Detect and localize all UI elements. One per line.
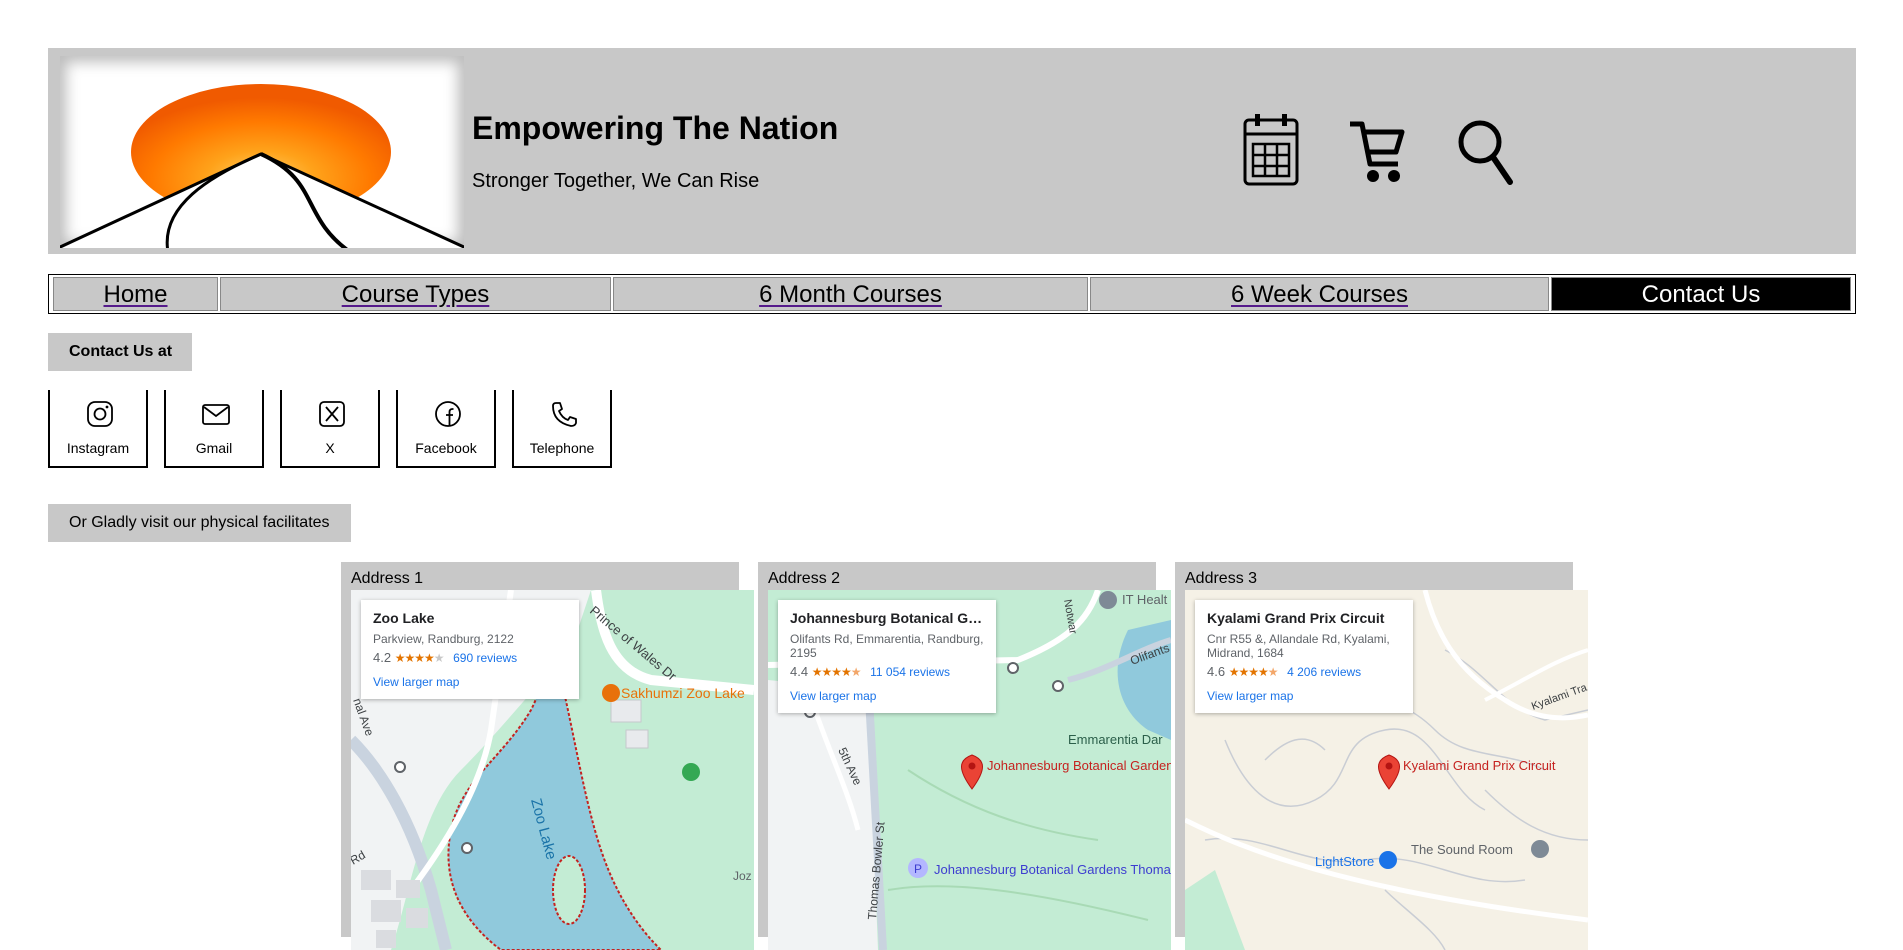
sunrise-road-logo-icon [60,84,464,248]
address-2-map[interactable]: P Johannesburg Botanical Gardens Johanne… [768,590,1171,950]
place-card-1: Zoo Lake Parkview, Randburg, 2122 4.2 ★★… [361,600,579,699]
place-reviews-link[interactable]: 11 054 reviews [870,665,950,679]
place-rating-row: 4.2 ★★★★★ 690 reviews [373,650,567,665]
rating-stars-icon: ★★★★★ [811,665,862,679]
place-rating: 4.4 [790,664,809,679]
visit-text: Or Gladly visit our physical facilitates [48,504,351,542]
svg-text:P: P [914,862,922,876]
gmail-icon [202,404,230,425]
place-address: Parkview, Randburg, 2122 [373,632,514,646]
facebook-button[interactable]: Facebook [396,390,496,468]
nav-contact-us[interactable]: Contact Us [1551,277,1851,311]
gmail-label: Gmail [195,440,233,456]
address-2-label: Address 2 [768,570,841,587]
map-pin-label: Johannesburg Botanical Gardens [987,758,1171,773]
nav-6-week-courses[interactable]: 6 Week Courses [1090,277,1549,311]
place-reviews-link[interactable]: 4 206 reviews [1287,665,1361,679]
view-larger-map-link[interactable]: View larger map [790,689,984,703]
contact-heading: Contact Us at [48,333,192,371]
site-header: Empowering The Nation Stronger Together,… [48,48,1856,254]
instagram-icon [87,401,113,427]
map-area-label: Emmarentia Dar [1068,732,1163,747]
telephone-icon [552,402,577,427]
x-button[interactable]: X [280,390,380,468]
place-name: Zoo Lake [373,610,435,626]
cart-icon[interactable] [1348,118,1406,191]
main-nav: Home Course Types 6 Month Courses 6 Week… [48,274,1856,314]
site-title: Empowering The Nation [472,110,839,146]
map-parking-label: Johannesburg Botanical Gardens Thomas... [934,862,1171,877]
place-name: Johannesburg Botanical Gard... [790,610,984,626]
instagram-label: Instagram [66,440,130,456]
place-address: Olifants Rd, Emmarentia, Randburg, 2195 [790,632,984,660]
x-label: X [325,440,335,456]
address-1-label: Address 1 [351,570,424,587]
address-3-map[interactable]: Kyalami Grand Prix Circuit LightStore Th… [1185,590,1588,950]
calendar-icon[interactable] [1242,112,1300,193]
instagram-button[interactable]: Instagram [48,390,148,468]
nav-home[interactable]: Home [53,277,218,311]
place-rating-row: 4.4 ★★★★★ 11 054 reviews [790,664,984,679]
telephone-label: Telephone [529,440,595,456]
place-card-2: Johannesburg Botanical Gard... Olifants … [778,600,996,713]
address-3-panel: Address 3 Kyalami Grand Prix Circuit Lig [1175,562,1588,950]
gmail-button[interactable]: Gmail [164,390,264,468]
place-rating: 4.6 [1207,664,1226,679]
address-1-panel: Address 1 Sakhumzi Zoo Lake Zoo Lake Pri… [341,562,754,950]
site-logo[interactable] [60,56,464,248]
map-poi-label: The Sound Room [1411,842,1513,857]
address-3-label: Address 3 [1185,570,1258,587]
telephone-button[interactable]: Telephone [512,390,612,468]
address-1-map[interactable]: Sakhumzi Zoo Lake Zoo Lake Prince of Wal… [351,590,754,950]
view-larger-map-link[interactable]: View larger map [1207,689,1401,703]
map-pin-label: Kyalami Grand Prix Circuit [1403,758,1556,773]
search-icon[interactable] [1456,118,1514,193]
map-shop-label: LightStore [1315,854,1374,869]
map-poi-label: IT Healt [1122,592,1168,607]
place-rating: 4.2 [373,650,392,665]
site-subtitle: Stronger Together, We Can Rise [472,170,760,192]
nav-6-month-courses[interactable]: 6 Month Courses [613,277,1088,311]
x-icon [319,401,345,427]
facebook-icon [435,401,461,427]
view-larger-map-link[interactable]: View larger map [373,675,567,689]
rating-stars-icon: ★★★★★ [1228,665,1279,679]
place-reviews-link[interactable]: 690 reviews [453,651,517,665]
place-name: Kyalami Grand Prix Circuit [1207,610,1385,626]
place-card-3: Kyalami Grand Prix Circuit Cnr R55 &, Al… [1195,600,1413,713]
map-label-poi: Sakhumzi Zoo Lake [621,685,745,701]
facebook-label: Facebook [415,440,477,456]
address-2-panel: Address 2 P Johannesburg Botanical Garde… [758,562,1171,950]
place-rating-row: 4.6 ★★★★★ 4 206 reviews [1207,664,1401,679]
nav-course-types[interactable]: Course Types [220,277,611,311]
rating-stars-icon: ★★★★★ [394,651,445,665]
map-label-edge: Joz [733,869,752,883]
place-address: Cnr R55 &, Allandale Rd, Kyalami, Midran… [1207,632,1390,660]
